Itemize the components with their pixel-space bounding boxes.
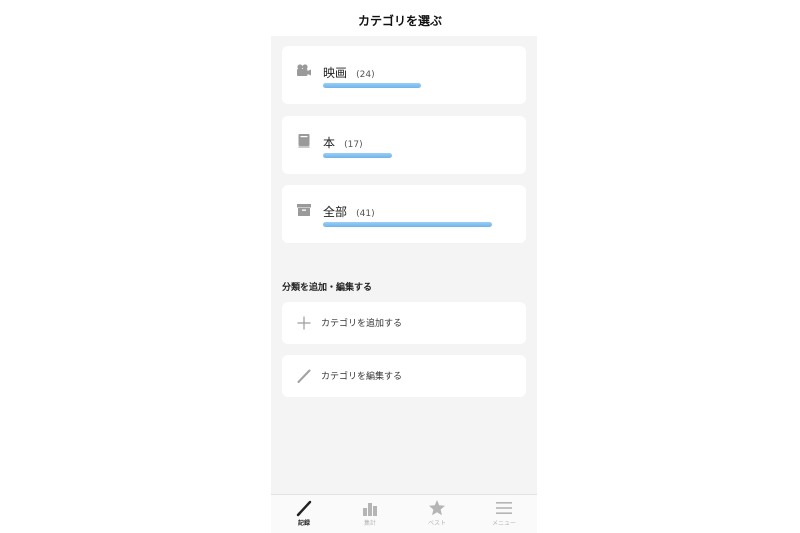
plus-icon xyxy=(297,316,311,330)
page-title: カテゴリを選ぶ xyxy=(357,14,442,28)
category-progress-fill xyxy=(323,83,421,88)
category-panel: 映画 (24) 本 (17) 全部 (41) 分類を追加・編集する カテゴリを追… xyxy=(271,36,537,494)
add-category-label: カテゴリを追加する xyxy=(321,319,403,329)
category-card-all[interactable]: 全部 (41) xyxy=(282,185,526,243)
category-progress-bar xyxy=(323,222,501,227)
tab-menu[interactable]: メニュー xyxy=(471,499,537,533)
category-label-row: 本 (17) xyxy=(323,132,363,151)
category-progress-bar xyxy=(323,83,501,88)
category-count: (41) xyxy=(356,209,375,219)
category-progress-bar xyxy=(323,153,501,158)
book-icon xyxy=(298,134,310,148)
section-title: 分類を追加・編集する xyxy=(282,283,373,293)
tab-record[interactable]: 記録 xyxy=(271,499,337,533)
edit-category-button[interactable]: カテゴリを編集する xyxy=(282,355,526,397)
pencil-icon xyxy=(297,369,311,383)
menu-icon xyxy=(496,502,512,514)
category-progress-fill xyxy=(323,153,393,158)
category-name: 全部 xyxy=(323,205,348,219)
category-progress-fill xyxy=(323,222,493,227)
category-label-row: 映画 (24) xyxy=(323,62,375,81)
tab-label: 集計 xyxy=(363,520,376,527)
tab-label: ベスト xyxy=(427,520,447,527)
movie-camera-icon xyxy=(297,64,311,76)
star-icon xyxy=(429,500,445,516)
category-count: (17) xyxy=(344,140,363,150)
category-name: 本 xyxy=(323,136,336,150)
tab-summary[interactable]: 集計 xyxy=(337,499,403,533)
category-label-row: 全部 (41) xyxy=(323,201,375,220)
bar-chart-icon xyxy=(363,503,377,516)
tab-label: メニュー xyxy=(491,520,516,527)
bottom-tab-bar: 記録 集計 ベスト メニュー xyxy=(271,494,537,533)
category-count: (24) xyxy=(356,70,375,80)
add-category-button[interactable]: カテゴリを追加する xyxy=(282,302,526,344)
category-name: 映画 xyxy=(323,66,348,80)
archive-box-icon xyxy=(297,204,311,216)
tab-best[interactable]: ベスト xyxy=(404,499,470,533)
tab-label: 記録 xyxy=(297,520,310,527)
edit-category-label: カテゴリを編集する xyxy=(321,372,403,382)
pencil-icon xyxy=(296,500,312,517)
category-card-book[interactable]: 本 (17) xyxy=(282,116,526,174)
category-card-movie[interactable]: 映画 (24) xyxy=(282,46,526,104)
